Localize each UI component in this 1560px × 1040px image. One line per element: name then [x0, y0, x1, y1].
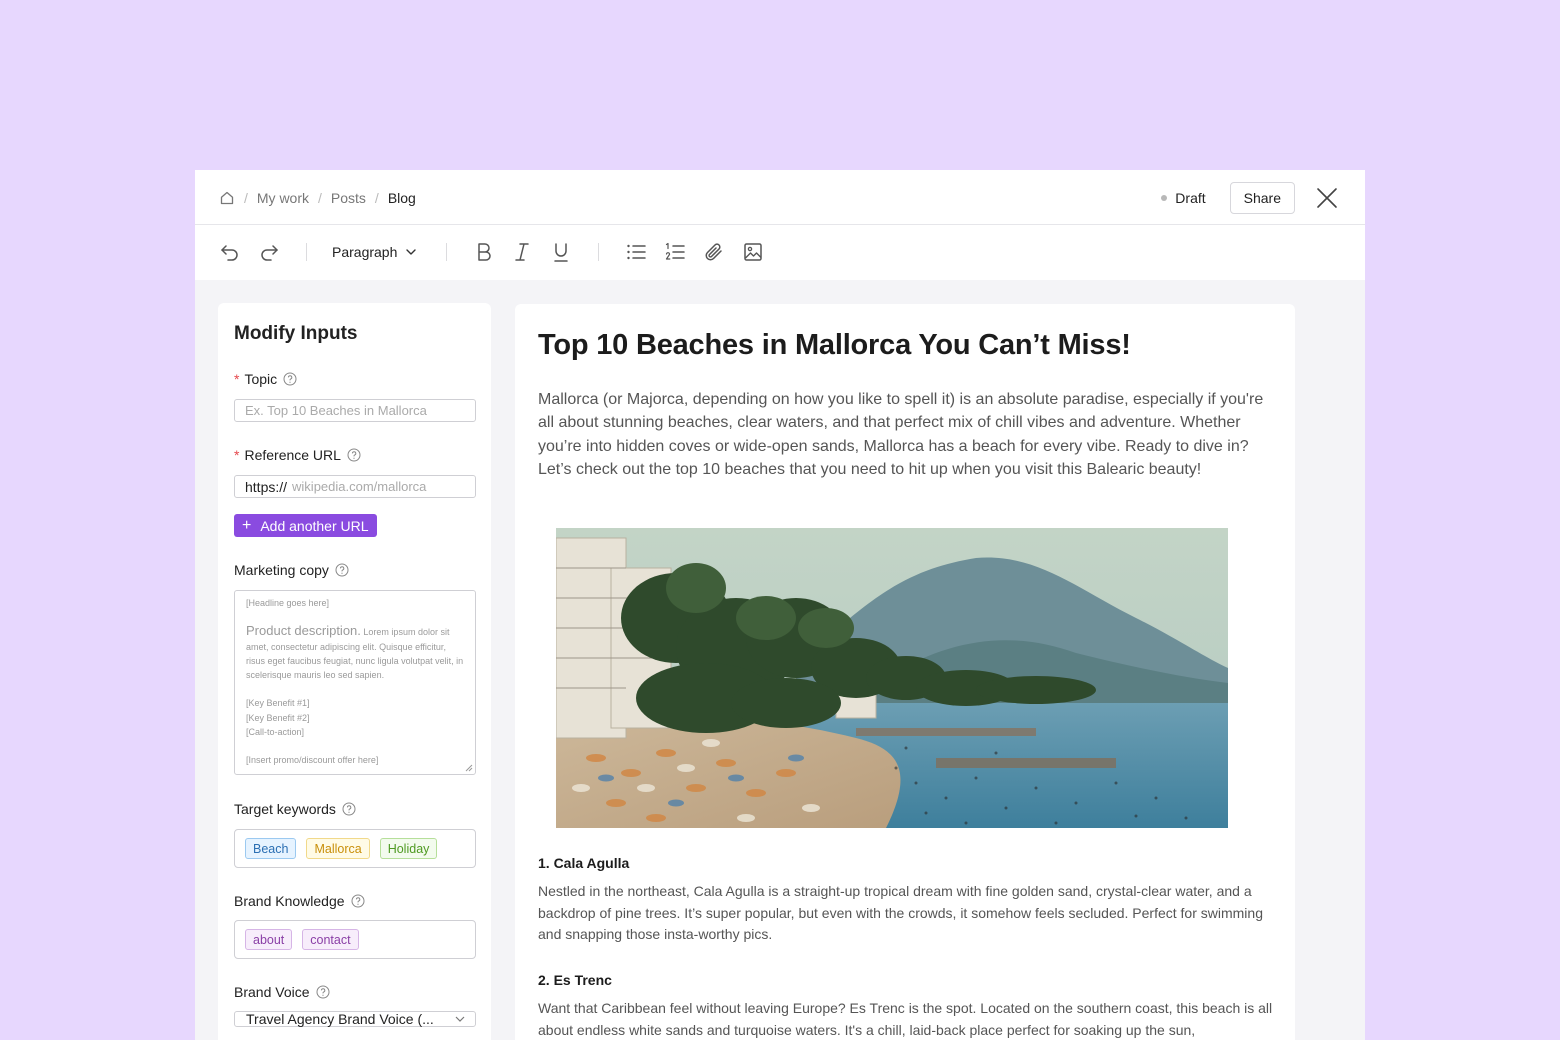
close-icon[interactable] [1315, 186, 1339, 210]
headline-placeholder: [Headline goes here] [246, 598, 330, 608]
topic-label-text: Topic [244, 371, 278, 387]
target-keywords-label-text: Target keywords [234, 801, 336, 817]
topic-input[interactable]: Ex. Top 10 Beaches in Mallorca [234, 399, 476, 422]
topic-placeholder: Ex. Top 10 Beaches in Mallorca [245, 403, 427, 418]
block-style-select[interactable]: Paragraph [332, 241, 417, 263]
required-marker: * [234, 371, 240, 387]
section-heading[interactable]: 1. Cala Agulla [538, 855, 629, 871]
attachment-icon[interactable] [703, 241, 725, 263]
knowledge-tag[interactable]: about [245, 929, 293, 950]
help-icon[interactable] [342, 802, 356, 816]
promo-placeholder: [Insert promo/discount offer here] [246, 755, 379, 766]
share-button[interactable]: Share [1229, 181, 1295, 214]
keyword-tag[interactable]: Holiday [379, 838, 438, 859]
help-icon[interactable] [335, 563, 349, 577]
bullet-list-icon[interactable] [625, 241, 647, 263]
keyword-tag[interactable]: Beach [245, 838, 297, 859]
modify-inputs-panel: Modify Inputs * Topic Ex. Top 10 Beaches… [218, 303, 491, 1040]
status-dot [1161, 194, 1168, 201]
help-icon[interactable] [316, 985, 330, 999]
plus-icon: + [242, 516, 252, 534]
marketing-copy-label: Marketing copy [234, 562, 349, 578]
section-heading[interactable]: 2. Es Trenc [538, 972, 612, 988]
toolbar-divider [446, 243, 447, 261]
brand-knowledge-input[interactable]: about contact [234, 920, 476, 959]
breadcrumb-separator: / [244, 189, 248, 206]
breadcrumb-separator: / [374, 189, 379, 206]
beach-image[interactable] [556, 528, 1228, 828]
benefit-2-placeholder: [Key Benefit #2] [246, 712, 310, 723]
marketing-copy-label-text: Marketing copy [234, 562, 329, 578]
toolbar-divider [306, 243, 307, 261]
section-body[interactable]: Want that Caribbean feel without leaving… [538, 998, 1278, 1040]
document-title[interactable]: Top 10 Beaches in Mallorca You Can’t Mis… [538, 329, 1131, 362]
italic-icon[interactable] [511, 241, 533, 263]
add-url-label: Add another URL [260, 517, 369, 534]
document-editor[interactable]: Top 10 Beaches in Mallorca You Can’t Mis… [515, 304, 1295, 1040]
add-another-url-button[interactable]: + Add another URL [234, 514, 377, 537]
target-keywords-input[interactable]: Beach Mallorca Holiday [234, 829, 476, 868]
breadcrumb-my-work[interactable]: My work [257, 190, 309, 206]
block-style-label: Paragraph [332, 244, 398, 260]
image-icon[interactable] [742, 241, 764, 263]
panel-title: Modify Inputs [234, 323, 358, 344]
description-lead: Product description. [246, 623, 361, 639]
brand-knowledge-label: Brand Knowledge [234, 893, 365, 909]
header-actions: Draft Share [1161, 170, 1339, 225]
chevron-down-icon [455, 1016, 465, 1022]
reference-url-input[interactable]: https:// wikipedia.com/mallorca [234, 475, 476, 498]
topic-label: * Topic [234, 371, 297, 387]
breadcrumb: / My work / Posts / Blog [219, 170, 416, 225]
redo-icon[interactable] [258, 241, 280, 263]
description-placeholder: Product description. Lorem ipsum dolor s… [246, 624, 464, 682]
chevron-down-icon [406, 249, 417, 255]
status-label: Draft [1175, 189, 1206, 206]
toolbar-divider [598, 243, 599, 261]
brand-knowledge-label-text: Brand Knowledge [234, 893, 345, 909]
underline-icon[interactable] [550, 241, 572, 263]
benefit-1-placeholder: [Key Benefit #1] [246, 698, 310, 709]
bold-icon[interactable] [473, 241, 495, 263]
keyword-tag[interactable]: Mallorca [306, 838, 370, 859]
editor-window: / My work / Posts / Blog Draft Share Par… [195, 170, 1365, 1040]
reference-url-label-text: Reference URL [244, 447, 341, 463]
brand-voice-value: Travel Agency Brand Voice (... [246, 1011, 434, 1027]
brand-voice-select[interactable]: Travel Agency Brand Voice (... [234, 1011, 476, 1027]
top-bar: / My work / Posts / Blog Draft Share [195, 170, 1365, 225]
resize-handle[interactable] [465, 764, 473, 772]
section-body[interactable]: Nestled in the northeast, Cala Agulla is… [538, 881, 1278, 946]
document-intro[interactable]: Mallorca (or Majorca, depending on how y… [538, 388, 1273, 482]
marketing-copy-textarea[interactable]: [Headline goes here] Product description… [234, 590, 476, 775]
help-icon[interactable] [351, 894, 365, 908]
numbered-list-icon[interactable] [664, 241, 686, 263]
help-icon[interactable] [283, 372, 297, 386]
required-marker: * [234, 447, 240, 463]
brand-voice-label-text: Brand Voice [234, 984, 310, 1000]
help-icon[interactable] [347, 448, 361, 462]
breadcrumb-current: Blog [387, 189, 416, 206]
home-icon[interactable] [219, 190, 235, 206]
breadcrumb-separator: / [318, 189, 322, 206]
breadcrumb-posts[interactable]: Posts [331, 190, 366, 206]
brand-voice-label: Brand Voice [234, 984, 330, 1000]
knowledge-tag[interactable]: contact [302, 929, 359, 950]
status-badge: Draft [1161, 189, 1206, 206]
formatting-toolbar: Paragraph [195, 225, 1365, 280]
reference-url-placeholder: wikipedia.com/mallorca [292, 479, 427, 494]
target-keywords-label: Target keywords [234, 801, 356, 817]
undo-icon[interactable] [219, 241, 241, 263]
url-prefix: https:// [245, 478, 288, 495]
cta-placeholder: [Call-to-action] [246, 727, 305, 738]
reference-url-label: * Reference URL [234, 447, 361, 463]
